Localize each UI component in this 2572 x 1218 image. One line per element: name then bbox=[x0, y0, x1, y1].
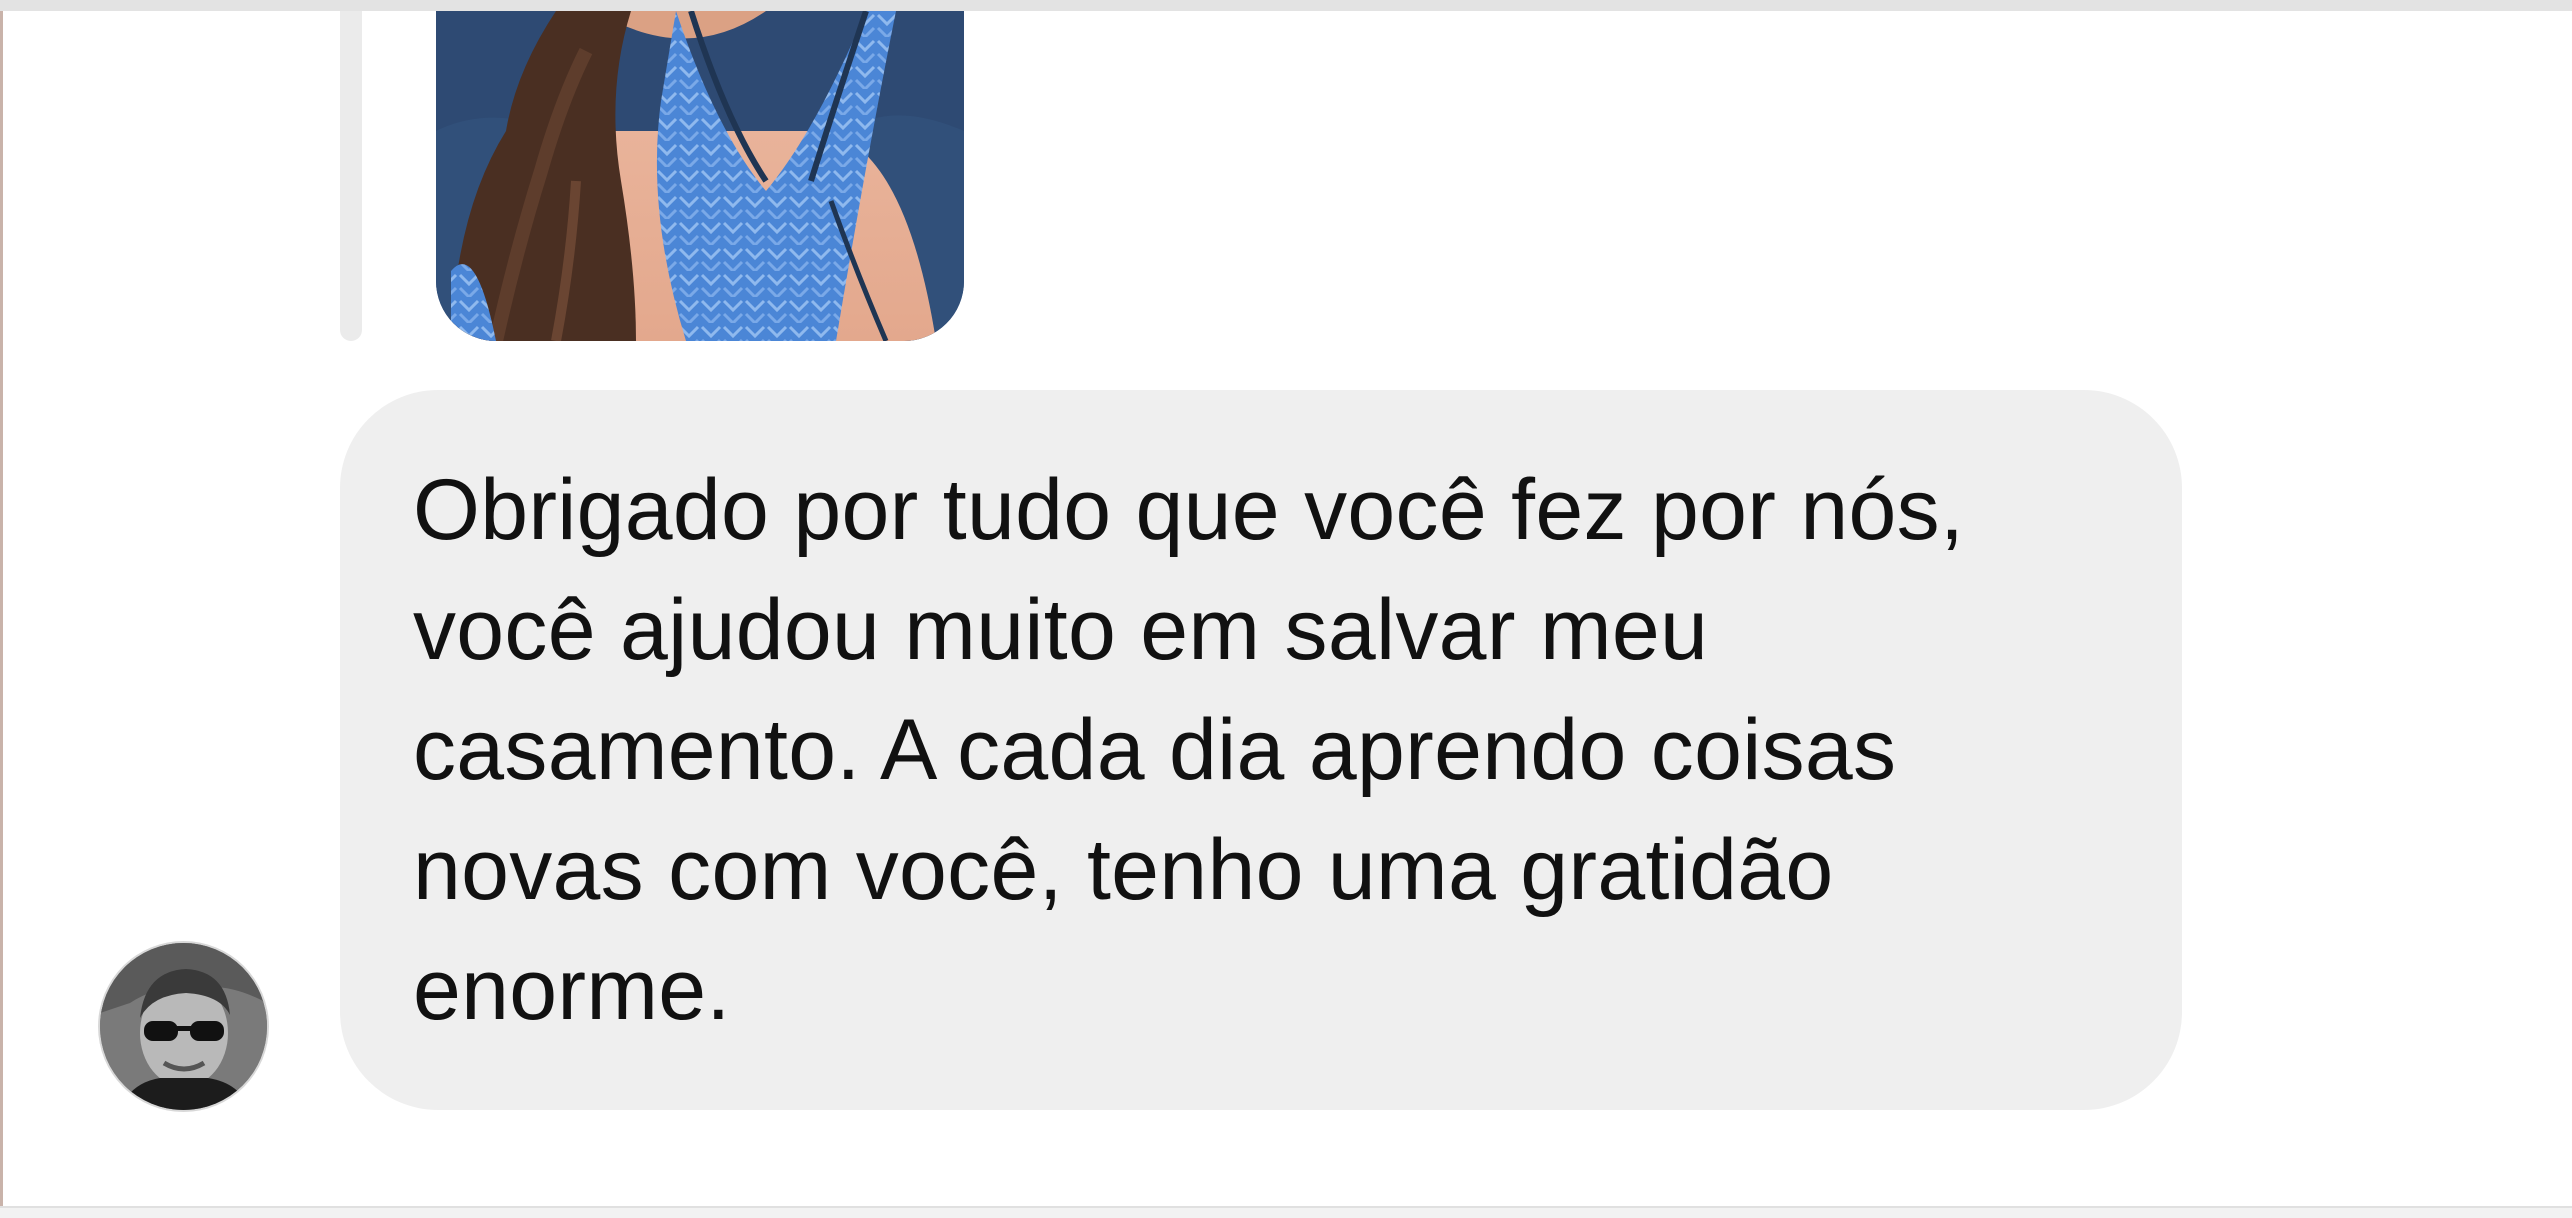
left-edge bbox=[0, 11, 3, 1206]
message-bubble[interactable]: Obrigado por tudo que você fez por nós, … bbox=[340, 390, 2182, 1110]
top-border bbox=[0, 0, 2572, 11]
sender-avatar[interactable] bbox=[100, 943, 267, 1110]
reply-indicator-line bbox=[340, 11, 362, 341]
message-text: Obrigado por tudo que você fez por nós, … bbox=[413, 462, 1965, 1038]
replied-story-photo[interactable] bbox=[436, 11, 964, 341]
woman-in-blue-top-photo-icon bbox=[436, 11, 964, 341]
bottom-border bbox=[0, 1206, 2572, 1218]
profile-avatar-icon bbox=[100, 943, 267, 1110]
chat-screen: Obrigado por tudo que você fez por nós, … bbox=[0, 0, 2572, 1218]
